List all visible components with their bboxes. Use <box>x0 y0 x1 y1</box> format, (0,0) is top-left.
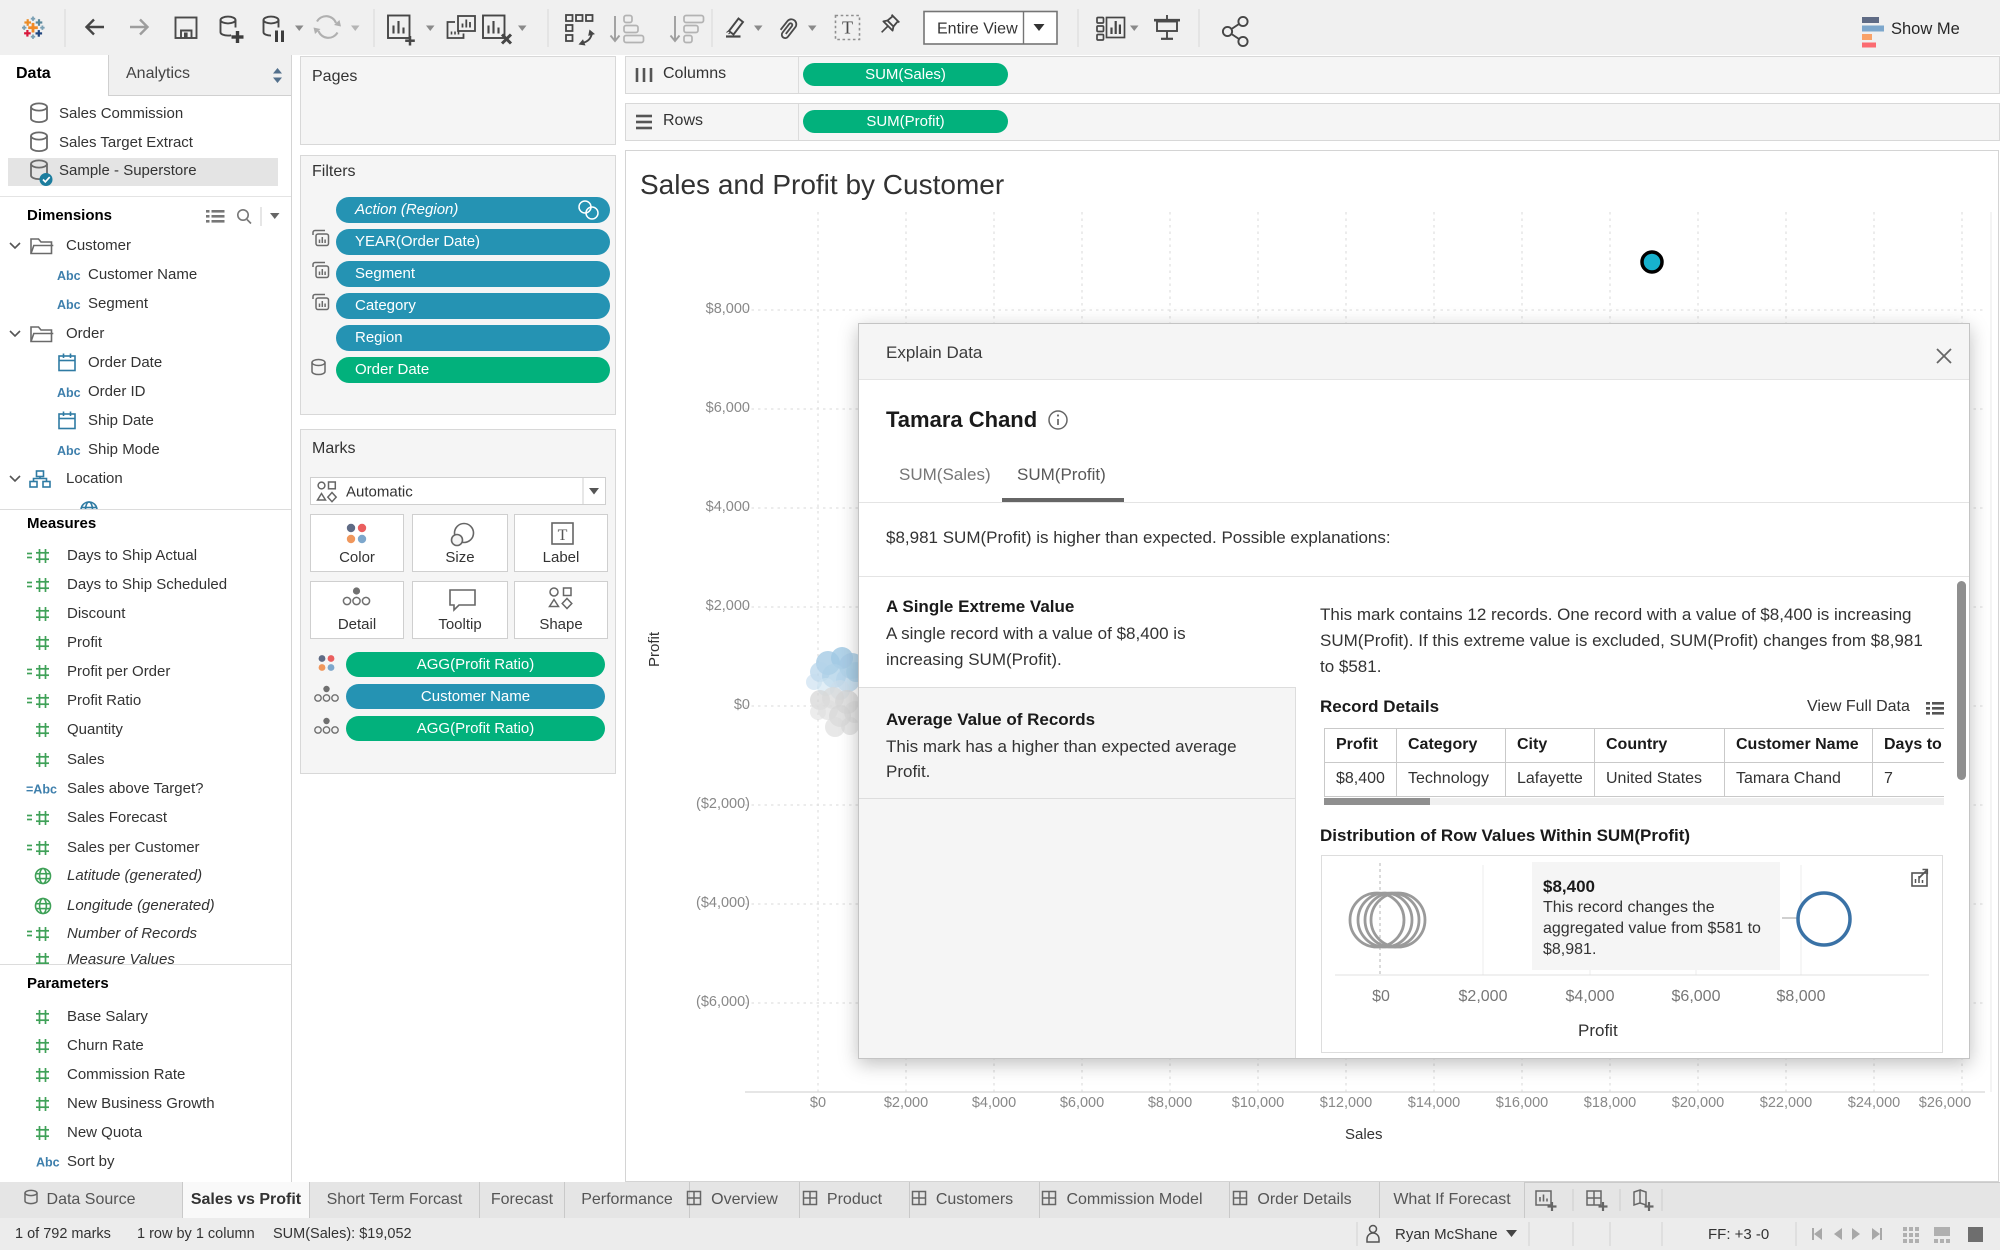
svg-text:Abc: Abc <box>57 298 81 312</box>
svg-text:Entire View: Entire View <box>937 21 1018 38</box>
svg-text:Abc: Abc <box>36 1156 60 1170</box>
svg-text:Automatic: Automatic <box>346 484 413 501</box>
svg-text:T: T <box>558 527 568 544</box>
svg-text:Abc: Abc <box>57 444 81 458</box>
svg-text:Abc: Abc <box>57 386 81 400</box>
svg-text:Ryan McShane: Ryan McShane <box>1395 1226 1498 1243</box>
svg-text:T: T <box>842 18 853 38</box>
svg-text:Abc: Abc <box>57 269 81 283</box>
svg-text:FF: +3 -0: FF: +3 -0 <box>1708 1226 1769 1243</box>
svg-text:Show Me: Show Me <box>1891 20 1960 38</box>
svg-text:=Abc: =Abc <box>26 783 57 797</box>
